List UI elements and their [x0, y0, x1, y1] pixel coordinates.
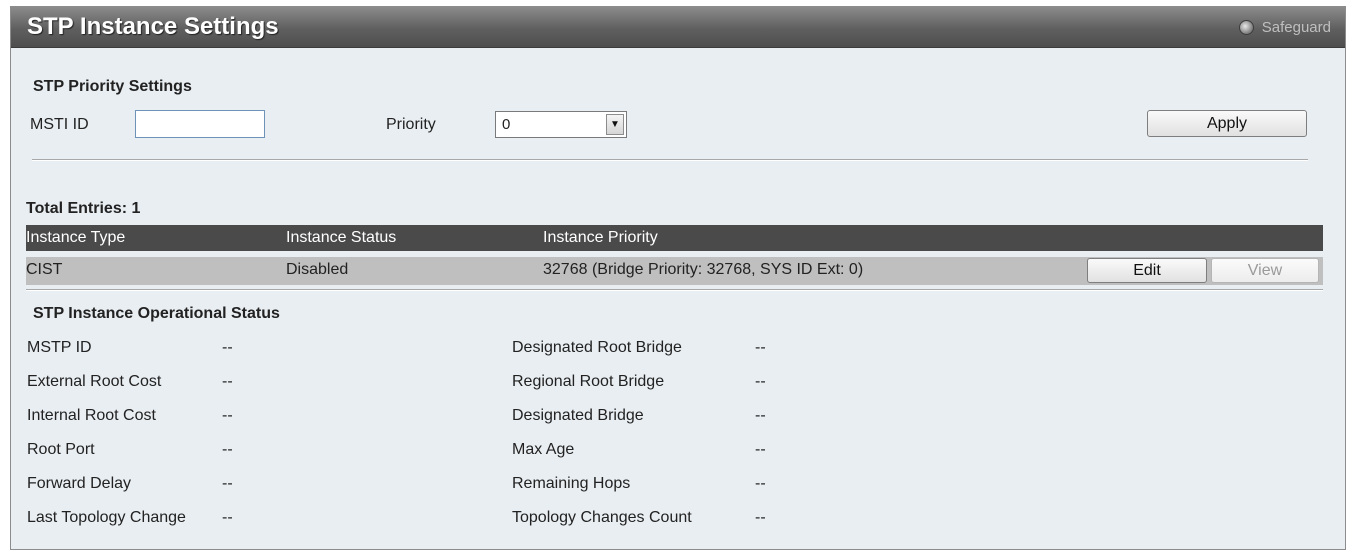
cell-instance-status: Disabled: [286, 261, 349, 278]
title-bar: STP Instance Settings Safeguard: [11, 7, 1345, 48]
priority-label: Priority: [386, 116, 436, 133]
cell-instance-priority: 32768 (Bridge Priority: 32768, SYS ID Ex…: [543, 261, 864, 278]
op-label-root-port: Root Port: [27, 441, 95, 458]
msti-id-input[interactable]: [135, 110, 265, 138]
operational-status-heading: STP Instance Operational Status: [33, 305, 280, 322]
priority-selected-value: 0: [502, 116, 511, 133]
op-value-designated-root-bridge: --: [755, 339, 766, 356]
cell-instance-type: CIST: [26, 261, 63, 278]
op-value-mstp-id: --: [222, 339, 233, 356]
op-value-max-age: --: [755, 441, 766, 458]
apply-button[interactable]: Apply: [1147, 110, 1307, 137]
instance-table-header: Instance Type Instance Status Instance P…: [26, 225, 1323, 251]
op-label-max-age: Max Age: [512, 441, 575, 458]
priority-select[interactable]: 0 ▼: [495, 111, 627, 138]
op-value-root-port: --: [222, 441, 233, 458]
op-label-designated-bridge: Designated Bridge: [512, 407, 644, 424]
dropdown-arrow-icon[interactable]: ▼: [606, 114, 624, 135]
table-row: CIST Disabled 32768 (Bridge Priority: 32…: [26, 257, 1323, 285]
priority-settings-heading: STP Priority Settings: [33, 78, 192, 95]
op-value-forward-delay: --: [222, 475, 233, 492]
safeguard-label: Safeguard: [1261, 19, 1331, 36]
safeguard-indicator[interactable]: Safeguard: [1238, 19, 1331, 36]
op-label-last-topology-change: Last Topology Change: [27, 509, 186, 526]
op-value-remaining-hops: --: [755, 475, 766, 492]
header-instance-status: Instance Status: [286, 229, 397, 246]
op-value-last-topology-change: --: [222, 509, 233, 526]
edit-button[interactable]: Edit: [1087, 258, 1207, 283]
stp-instance-settings-window: STP Instance Settings Safeguard STP Prio…: [10, 6, 1346, 550]
header-instance-priority: Instance Priority: [543, 229, 658, 246]
op-label-designated-root-bridge: Designated Root Bridge: [512, 339, 682, 356]
section-divider: [32, 159, 1308, 161]
op-value-regional-root-bridge: --: [755, 373, 766, 390]
op-label-topology-changes-count: Topology Changes Count: [512, 509, 692, 526]
op-value-topology-changes-count: --: [755, 509, 766, 526]
table-divider: [26, 289, 1323, 291]
op-label-regional-root-bridge: Regional Root Bridge: [512, 373, 665, 390]
op-value-external-root-cost: --: [222, 373, 233, 390]
msti-id-label: MSTI ID: [30, 116, 89, 133]
total-entries-label: Total Entries: 1: [26, 200, 141, 217]
op-value-designated-bridge: --: [755, 407, 766, 424]
op-label-internal-root-cost: Internal Root Cost: [27, 407, 156, 424]
op-value-internal-root-cost: --: [222, 407, 233, 424]
op-label-mstp-id: MSTP ID: [27, 339, 92, 356]
header-instance-type: Instance Type: [26, 229, 126, 246]
window-title: STP Instance Settings: [27, 13, 279, 40]
op-label-forward-delay: Forward Delay: [27, 475, 132, 492]
op-label-external-root-cost: External Root Cost: [27, 373, 162, 390]
view-button[interactable]: View: [1211, 258, 1319, 283]
op-label-remaining-hops: Remaining Hops: [512, 475, 631, 492]
safeguard-status-icon: [1238, 20, 1254, 35]
